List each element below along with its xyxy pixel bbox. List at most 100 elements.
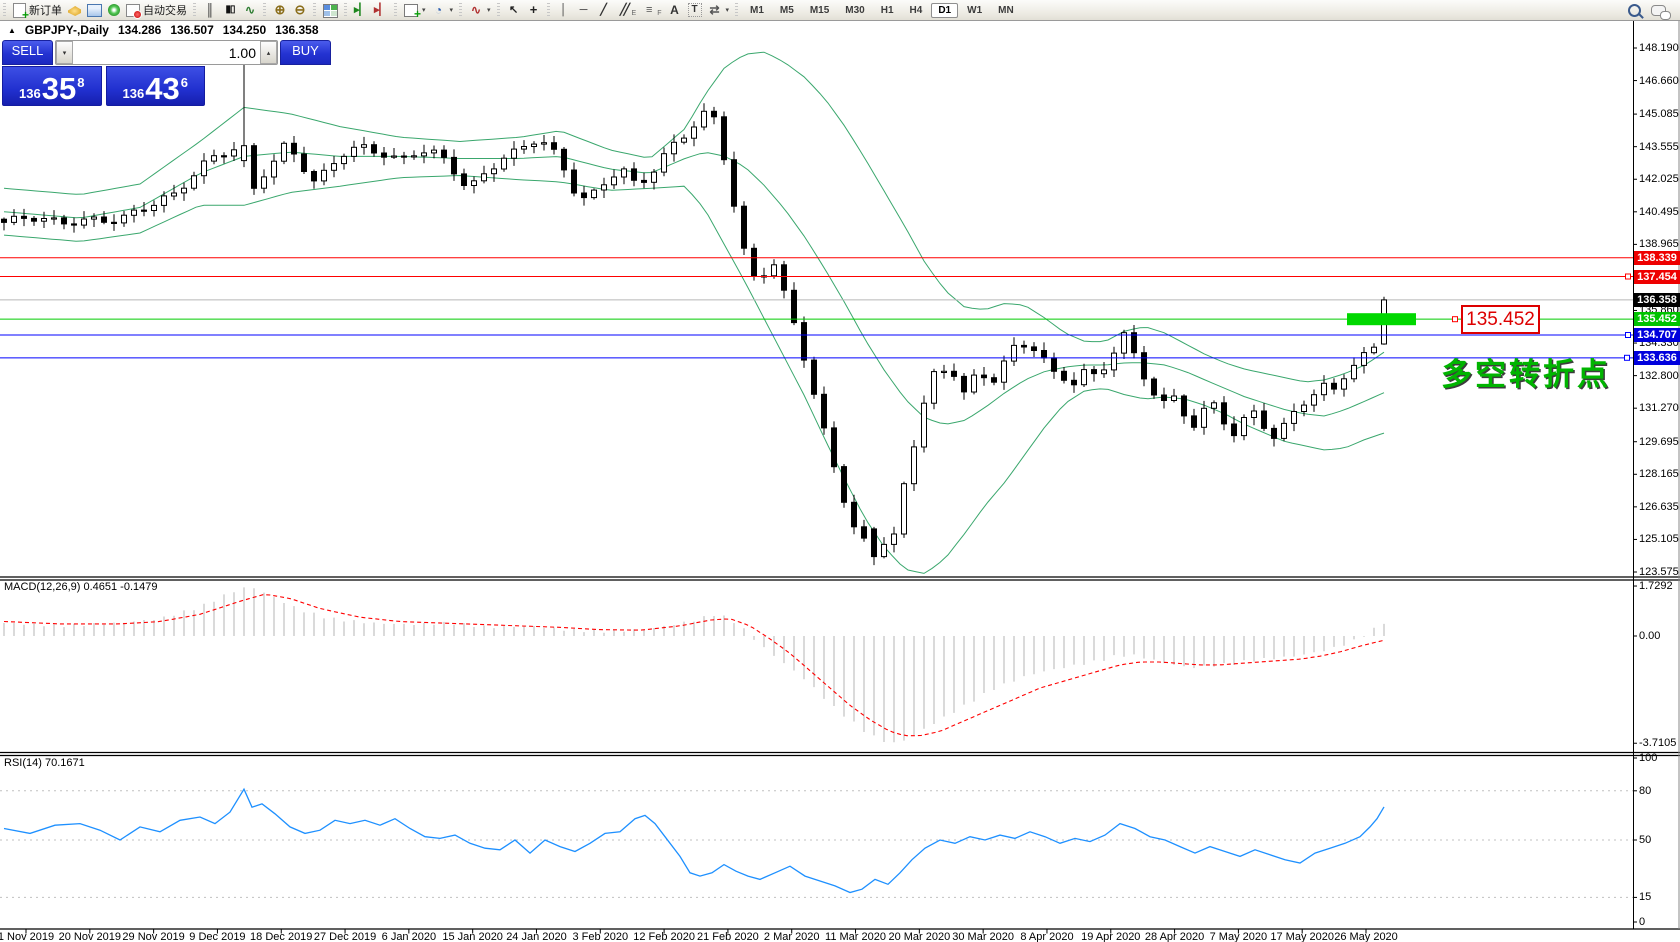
timeframe-mn-button[interactable]: MN	[991, 3, 1021, 18]
timeframe-h1-button[interactable]: H1	[874, 3, 901, 18]
macd-tick-label: 1.7292	[1639, 580, 1673, 592]
timeframe-h4-button[interactable]: H4	[903, 3, 930, 18]
toolbar-grip[interactable]	[547, 3, 550, 17]
date-axis-label: 17 May 2020	[1270, 931, 1334, 942]
quote-bar: ▲ GBPJPY-,Daily 134.286 136.507 134.250 …	[8, 23, 319, 37]
date-axis-label: 27 Dec 2019	[314, 931, 376, 942]
date-axis-label: 7 May 2020	[1210, 931, 1267, 942]
text-tool-button[interactable]: A	[665, 2, 685, 18]
tile-windows-button[interactable]	[320, 2, 341, 19]
price-tick-label: 129.695	[1639, 436, 1679, 448]
price-tick-label: 123.575	[1639, 566, 1679, 578]
trendline-tool-button[interactable]: ╱	[594, 2, 614, 18]
date-axis-label: 18 Dec 2019	[250, 931, 312, 942]
timeframe-d1-button[interactable]: D1	[931, 3, 958, 18]
zoom-in-button[interactable]: ⊕	[270, 2, 290, 18]
bars-icon: ║	[203, 3, 217, 17]
buy-price-figure: 136	[123, 86, 145, 101]
chart-canvas[interactable]	[0, 0, 1680, 942]
toolbar-grip[interactable]	[313, 3, 316, 17]
chart-shift-button[interactable]: ▸▏	[371, 2, 391, 18]
buy-price[interactable]: 136 43 6	[106, 66, 206, 106]
price-tick-label: 138.965	[1639, 238, 1679, 250]
new-order-icon	[13, 3, 26, 18]
toolbar-grip[interactable]	[193, 3, 196, 17]
volume-input[interactable]	[73, 41, 260, 64]
shift-chart-icon: ▸▏	[374, 3, 388, 17]
indicators-button[interactable]: ∿▾	[466, 2, 494, 18]
cursor-tool-button[interactable]: ↖	[504, 2, 524, 18]
date-axis-label: 24 Jan 2020	[506, 931, 567, 942]
chevron-down-icon[interactable]: ▾	[422, 6, 426, 14]
level-price-label[interactable]: 135.452	[1461, 305, 1540, 334]
chevron-down-icon[interactable]: ▾	[487, 6, 491, 14]
new-chart-button[interactable]: ▾	[401, 3, 429, 18]
chat-icon[interactable]	[1651, 5, 1666, 16]
one-click-trading-panel: SELL ▾ ▴ BUY 136 35 8 136 43 6	[2, 40, 205, 106]
channel-icon: ╱╱	[617, 3, 631, 17]
price-tick-label: 125.105	[1639, 533, 1679, 545]
vertical-line-tool-button[interactable]: │	[554, 2, 574, 18]
zoom-out-button[interactable]: ⊖	[290, 2, 310, 18]
buy-button[interactable]: BUY	[280, 40, 331, 65]
arrows-icon: ⇄	[708, 3, 722, 17]
trendline-icon: ╱	[597, 3, 611, 17]
horizontal-line-tool-button[interactable]: ─	[574, 2, 594, 18]
date-axis-label: 6 Jan 2020	[382, 931, 436, 942]
price-badge: 138.339	[1634, 251, 1680, 265]
arrows-tool-button[interactable]: ⇄▾	[705, 2, 733, 18]
crosshair-tool-button[interactable]: +	[524, 2, 544, 18]
timeframe-w1-button[interactable]: W1	[960, 3, 989, 18]
sell-price[interactable]: 136 35 8	[2, 66, 102, 106]
profiles-button[interactable]: ◔▾	[429, 2, 457, 18]
bar-chart-button[interactable]: ║	[200, 2, 220, 18]
channel-tool-button-sub: E	[632, 10, 637, 17]
toolbar-grip[interactable]	[735, 3, 738, 17]
sell-button[interactable]: SELL	[2, 40, 53, 65]
date-axis-label: 15 Jan 2020	[442, 931, 503, 942]
volume-increase-button[interactable]: ▴	[260, 41, 277, 64]
collapse-panel-icon[interactable]: ▲	[8, 26, 16, 35]
timeframe-m1-button[interactable]: M1	[743, 3, 771, 18]
toolbar-grip[interactable]	[394, 3, 397, 17]
sell-button-label: SELL	[12, 43, 44, 58]
price-tick-label: 142.025	[1639, 173, 1679, 185]
metaeditor-button[interactable]	[65, 3, 84, 17]
timeframe-m30-button[interactable]: M30	[838, 3, 871, 18]
zoom-icon: ⊖	[293, 3, 307, 17]
autotrading-button[interactable]: 自动交易	[123, 1, 190, 19]
turning-point-annotation[interactable]: 多空转折点	[1441, 349, 1611, 394]
auto-scroll-button[interactable]: ▸▏	[351, 2, 371, 18]
volume-decrease-button[interactable]: ▾	[56, 41, 73, 64]
zoom-icon: ⊕	[273, 3, 287, 17]
toolbar-grip[interactable]	[263, 3, 266, 17]
price-tick-label: 146.660	[1639, 75, 1679, 87]
new-order-button[interactable]: 新订单	[10, 1, 65, 19]
fibo-icon: ≡	[642, 3, 656, 17]
date-axis-label: 19 Apr 2020	[1081, 931, 1140, 942]
terminal-button[interactable]	[84, 2, 105, 18]
quote-open: 134.286	[118, 23, 161, 37]
timeframe-m5-button[interactable]: M5	[773, 3, 801, 18]
label-tool-button[interactable]: T	[685, 2, 705, 18]
chevron-down-icon[interactable]: ▾	[726, 6, 730, 14]
channel-tool-button[interactable]: ╱╱E	[614, 2, 640, 18]
line-chart-button[interactable]: ∿	[240, 2, 260, 18]
chevron-down-icon[interactable]: ▾	[450, 6, 454, 14]
timeframe-m15-button[interactable]: M15	[803, 3, 836, 18]
toolbar-grip[interactable]	[497, 3, 500, 17]
signals-button[interactable]	[105, 3, 123, 17]
toolbar-grip[interactable]	[3, 3, 6, 17]
sell-price-figure: 136	[19, 86, 41, 101]
quote-close: 136.358	[275, 23, 318, 37]
price-tick-label: 140.495	[1639, 206, 1679, 218]
candlestick-chart-button[interactable]: ▮▯	[220, 2, 240, 18]
fibonacci-tool-button[interactable]: ≡F	[639, 2, 664, 18]
cursor-icon: ↖	[507, 3, 521, 17]
date-axis-label: 11 Mar 2020	[825, 931, 886, 942]
toolbar-grip[interactable]	[459, 3, 462, 17]
terminal-icon	[87, 4, 102, 17]
price-tick-label: 143.555	[1639, 141, 1679, 153]
search-icon[interactable]	[1628, 4, 1641, 17]
toolbar-grip[interactable]	[344, 3, 347, 17]
